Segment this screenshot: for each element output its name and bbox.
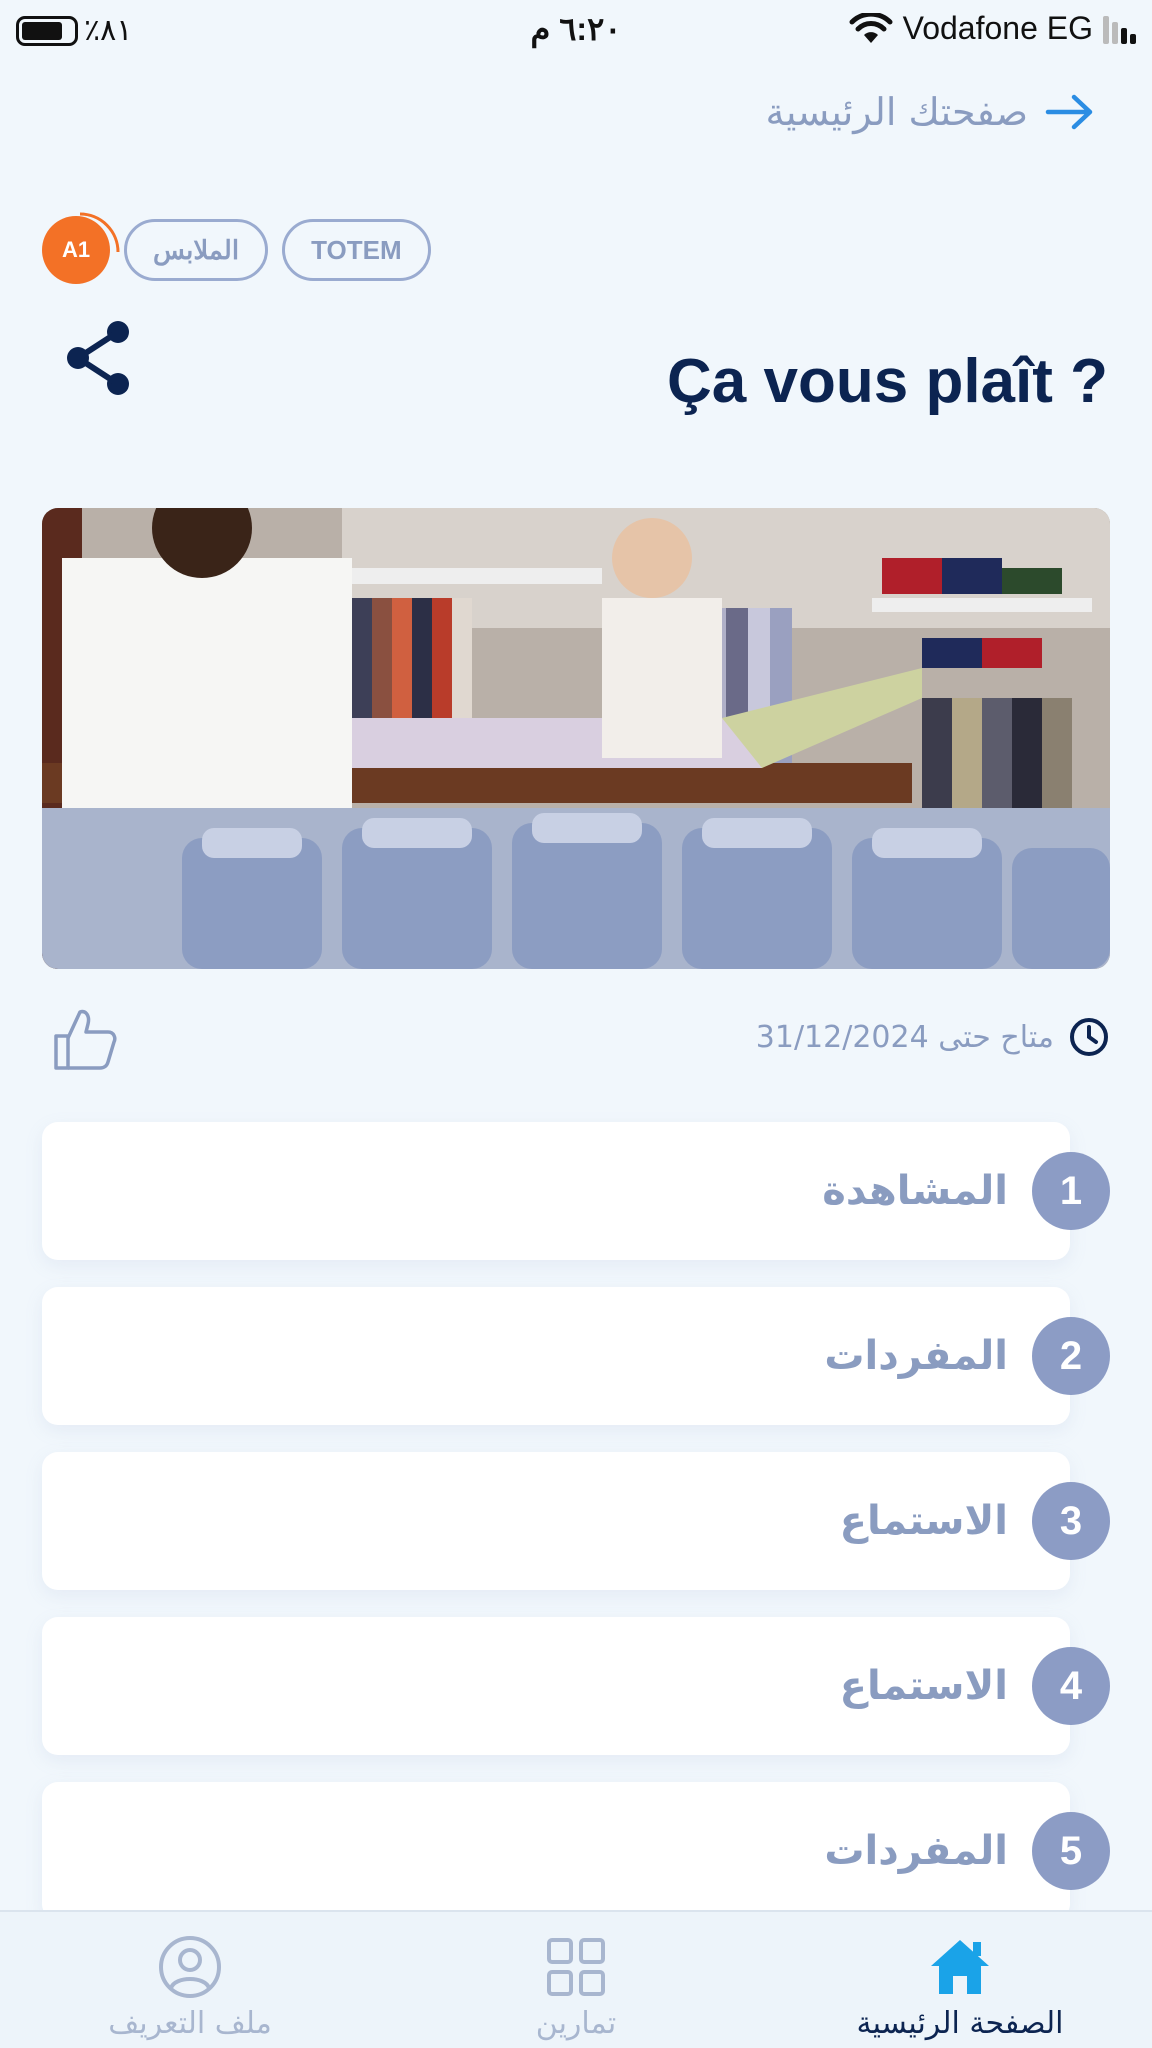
carrier-indicator: Vodafone EG <box>849 10 1136 47</box>
tab-home[interactable]: الصفحة الرئيسية <box>810 1912 1110 2048</box>
status-bar: ٪٨١ ٦:٢٠ م Vodafone EG <box>0 0 1152 58</box>
grid-icon <box>547 1938 605 1996</box>
lesson-step-4[interactable]: الاستماع <box>42 1617 1070 1755</box>
category-tag[interactable]: الملابس <box>124 219 269 281</box>
lesson-step-label: الاستماع <box>839 1498 1008 1544</box>
tab-home-label: الصفحة الرئيسية <box>856 2006 1064 2041</box>
clock-icon <box>1070 1018 1108 1056</box>
home-icon <box>931 1940 989 1994</box>
lesson-step-1[interactable]: المشاهدة <box>42 1122 1070 1260</box>
wifi-icon <box>849 12 893 43</box>
share-icon[interactable] <box>60 318 140 398</box>
lesson-step-label: المفردات <box>824 1333 1008 1379</box>
lesson-step-number: 1 <box>1032 1152 1110 1230</box>
lesson-step-label: المشاهدة <box>822 1168 1008 1214</box>
lesson-step-number: 3 <box>1032 1482 1110 1560</box>
signal-icon <box>1103 14 1136 44</box>
availability-date: متاح حتى 31/12/2024 <box>755 1019 1054 1055</box>
lesson-step-label: الاستماع <box>839 1663 1008 1709</box>
tab-profile-label: ملف التعريف <box>108 2006 272 2041</box>
lesson-step-label: المفردات <box>824 1828 1008 1874</box>
source-tag[interactable]: TOTEM <box>282 219 431 281</box>
thumbs-up-icon[interactable] <box>50 1004 120 1074</box>
carrier-name: Vodafone EG <box>902 10 1093 46</box>
back-to-home-link[interactable]: صفحتك الرئيسية <box>766 90 1096 134</box>
level-badge: A1 <box>42 212 120 284</box>
tab-profile[interactable]: ملف التعريف <box>40 1912 340 2048</box>
bottom-tab-bar: ملف التعريف تمارين الصفحة الرئيسية <box>0 1910 1152 2048</box>
availability: متاح حتى 31/12/2024 <box>756 1016 1110 1058</box>
tab-exercises[interactable]: تمارين <box>426 1912 726 2048</box>
arrow-right-icon <box>1045 94 1093 130</box>
lesson-step-number: 5 <box>1032 1812 1110 1890</box>
user-icon <box>159 1936 221 1998</box>
lesson-step-2[interactable]: المفردات <box>42 1287 1070 1425</box>
lesson-title: Ça vous plaît ? <box>667 347 1108 416</box>
tag-row: A1 الملابس TOTEM <box>42 212 431 284</box>
lesson-step-number: 2 <box>1032 1317 1110 1395</box>
tab-exercises-label: تمارين <box>535 2006 617 2041</box>
level-progress-ring <box>79 212 120 253</box>
lesson-step-5[interactable]: المفردات <box>42 1782 1070 1920</box>
lesson-video-thumbnail[interactable] <box>42 508 1110 969</box>
lesson-step-number: 4 <box>1032 1647 1110 1725</box>
back-label: صفحتك الرئيسية <box>765 90 1028 134</box>
lesson-step-3[interactable]: الاستماع <box>42 1452 1070 1590</box>
clothing-store-image <box>42 508 1110 969</box>
